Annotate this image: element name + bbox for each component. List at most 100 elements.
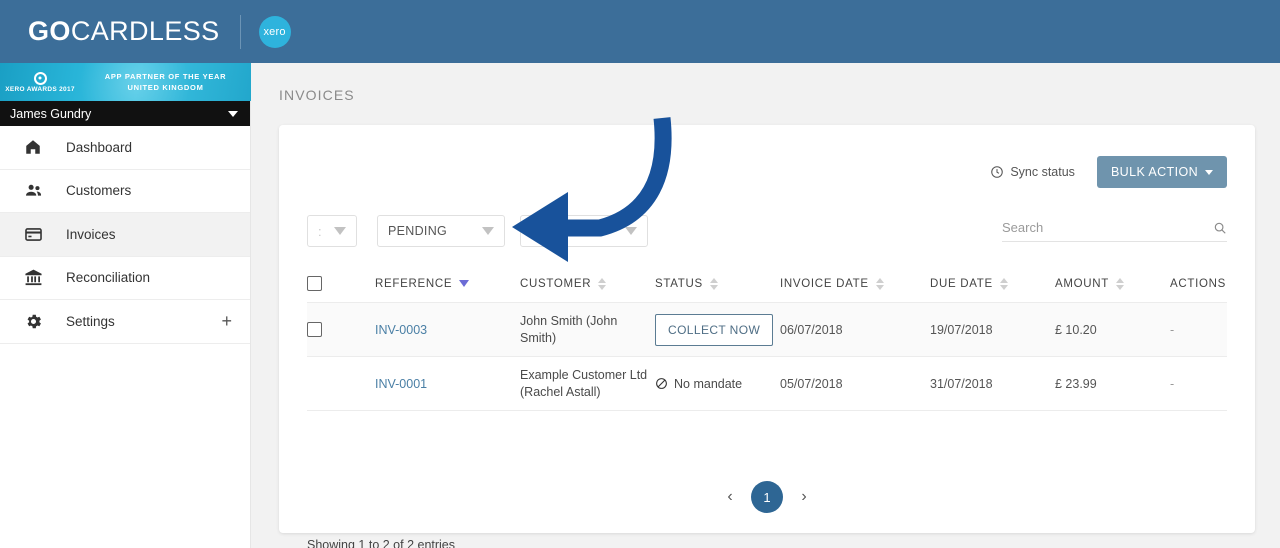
search-icon[interactable]	[1213, 221, 1227, 235]
secondary-filter-select[interactable]	[520, 215, 648, 247]
invoice-date: 05/07/2018	[780, 376, 843, 391]
people-icon	[22, 180, 44, 202]
bulk-action-button[interactable]: BULK ACTION	[1096, 156, 1227, 188]
sort-icon[interactable]	[999, 277, 1008, 290]
sidebar: XERO AWARDS 2017 APP PARTNER OF THE YEAR…	[0, 63, 251, 548]
cell-reference: INV-0001	[375, 377, 520, 391]
ban-icon	[656, 378, 667, 389]
column-header-customer[interactable]: CUSTOMER	[520, 277, 655, 290]
search-input[interactable]	[1002, 220, 1213, 235]
xero-badge-label: xero	[263, 25, 286, 38]
sidebar-item-label: Reconciliation	[66, 270, 151, 286]
xero-badge-icon: xero	[258, 15, 291, 48]
cell-amount: £ 10.20	[1055, 323, 1170, 337]
sync-status-label: Sync status	[1010, 165, 1075, 179]
chevron-down-icon	[625, 227, 637, 235]
invoice-date: 06/07/2018	[780, 322, 843, 337]
user-name: James Gundry	[10, 106, 92, 121]
chevron-down-icon	[1205, 169, 1213, 175]
main-content: INVOICES Sync status BULK ACTION : PENDI…	[251, 63, 1280, 548]
sync-status-button[interactable]: Sync status	[990, 165, 1075, 179]
column-label: CUSTOMER	[520, 277, 592, 290]
column-label: STATUS	[655, 277, 703, 290]
column-header-amount[interactable]: AMOUNT	[1055, 277, 1170, 290]
column-header-invoice-date[interactable]: INVOICE DATE	[780, 277, 930, 290]
cell-invoice-date: 06/07/2018	[780, 323, 930, 337]
bulk-action-label: BULK ACTION	[1110, 165, 1198, 179]
award-banner-line2: UNITED KINGDOM	[127, 83, 204, 92]
home-icon	[22, 136, 44, 158]
sidebar-item-dashboard[interactable]: Dashboard	[0, 126, 250, 170]
table-row[interactable]: INV-0001 Example Customer Ltd (Rachel As…	[307, 357, 1227, 411]
cell-actions: -	[1170, 377, 1227, 391]
status-filter-value: PENDING	[388, 224, 448, 238]
gocardless-invoices-app: GOCARDLESS xero XERO AWARDS 2017 APP PAR…	[0, 0, 1280, 548]
showing-entries-text: Showing 1 to 2 of 2 entries	[307, 538, 456, 548]
column-header-status[interactable]: STATUS	[655, 277, 780, 290]
sort-icon[interactable]	[1116, 277, 1125, 290]
row-checkbox[interactable]	[307, 322, 322, 337]
actions-value: -	[1170, 322, 1175, 337]
credit-card-icon	[22, 223, 44, 245]
sidebar-item-label: Invoices	[66, 226, 116, 242]
brand-cardless: CARDLESS	[70, 16, 220, 46]
page-size-select[interactable]: :	[307, 215, 357, 247]
sort-icon[interactable]	[598, 277, 607, 290]
award-banner-left: XERO AWARDS 2017	[0, 71, 80, 93]
customer-name: Example Customer Ltd (Rachel Astall)	[520, 367, 648, 399]
page-title: INVOICES	[279, 87, 355, 103]
top-bar: GOCARDLESS xero	[0, 0, 1280, 63]
brand-divider	[239, 14, 241, 49]
cell-amount: £ 23.99	[1055, 377, 1170, 391]
invoice-reference-link[interactable]: INV-0001	[375, 377, 427, 391]
cell-customer: Example Customer Ltd (Rachel Astall)	[520, 367, 655, 401]
column-header-reference[interactable]: REFERENCE	[375, 278, 520, 290]
amount: £ 23.99	[1055, 376, 1097, 391]
chevron-down-icon	[482, 227, 494, 235]
pagination-next-button[interactable]: ›	[797, 489, 811, 505]
cell-status: No mandate	[655, 377, 780, 391]
select-all-checkbox[interactable]	[307, 276, 322, 291]
customer-name: John Smith (John Smith)	[520, 313, 618, 345]
actions-value: -	[1170, 376, 1175, 391]
table-row[interactable]: INV-0003 John Smith (John Smith) COLLECT…	[307, 303, 1227, 357]
status-filter-select[interactable]: PENDING	[377, 215, 505, 247]
column-label: ACTIONS	[1170, 277, 1227, 290]
cell-actions: -	[1170, 323, 1227, 337]
sidebar-item-invoices[interactable]: Invoices	[0, 213, 250, 257]
sidebar-item-customers[interactable]: Customers	[0, 170, 250, 213]
pagination-page-1[interactable]: 1	[751, 481, 783, 513]
user-menu[interactable]: James Gundry	[0, 101, 250, 126]
invoices-card: Sync status BULK ACTION : PENDING Search…	[279, 125, 1255, 548]
due-date: 19/07/2018	[930, 322, 993, 337]
card-toolbar: Sync status BULK ACTION	[990, 156, 1227, 188]
sidebar-item-label: Customers	[66, 183, 132, 199]
sidebar-item-settings[interactable]: Settings +	[0, 300, 250, 344]
brand-logo[interactable]: GOCARDLESS xero	[0, 0, 291, 63]
row-select-cell	[307, 322, 375, 337]
award-seal-icon	[33, 71, 47, 85]
pagination-prev-button[interactable]: ‹	[723, 489, 737, 505]
due-date: 31/07/2018	[930, 376, 993, 391]
add-setting-icon[interactable]: +	[221, 312, 232, 330]
bank-icon	[22, 267, 44, 289]
sidebar-item-label: Settings	[66, 313, 115, 329]
collect-now-button[interactable]: COLLECT NOW	[655, 313, 774, 346]
column-header-actions: ACTIONS	[1170, 278, 1227, 290]
column-label: INVOICE DATE	[780, 277, 869, 290]
search-box[interactable]	[1002, 220, 1227, 242]
select-all-cell	[307, 276, 375, 291]
cell-due-date: 31/07/2018	[930, 377, 1055, 391]
sort-desc-icon[interactable]	[459, 280, 470, 287]
invoice-reference-link[interactable]: INV-0003	[375, 323, 427, 337]
sort-icon[interactable]	[875, 277, 884, 290]
invoices-table: REFERENCE CUSTOMER STATUS INVOICE DATE D…	[307, 265, 1227, 411]
sidebar-item-reconciliation[interactable]: Reconciliation	[0, 257, 250, 300]
column-label: DUE DATE	[930, 277, 993, 290]
award-banner-left-label: XERO AWARDS 2017	[5, 85, 75, 93]
sort-icon[interactable]	[709, 277, 718, 290]
page-size-value: :	[318, 223, 322, 239]
gear-icon	[22, 310, 44, 332]
brand-text: GOCARDLESS	[28, 18, 220, 45]
column-header-due-date[interactable]: DUE DATE	[930, 277, 1055, 290]
